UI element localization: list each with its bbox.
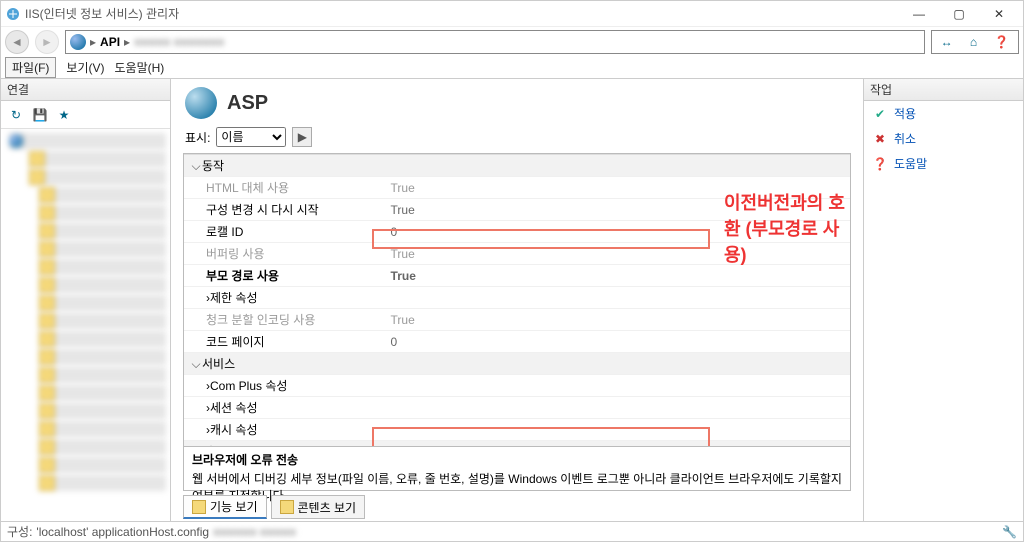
tree-node[interactable] bbox=[39, 259, 166, 275]
app-window: IIS(인터넷 정보 서비스) 관리자 — ▢ ✕ ◄ ► ▸ API ▸ ■■… bbox=[0, 0, 1024, 542]
row-parent-paths: 부모 경로 사용True bbox=[184, 265, 850, 287]
row-codepage: 코드 페이지0 bbox=[184, 331, 850, 353]
minimize-button[interactable]: — bbox=[899, 2, 939, 26]
feature-title: ASP bbox=[227, 92, 268, 115]
cancel-icon: ✖ bbox=[872, 131, 888, 147]
refresh-icon[interactable]: ↻ bbox=[7, 106, 25, 124]
tree-node[interactable] bbox=[9, 133, 166, 149]
feature-header: ASP bbox=[171, 79, 863, 125]
row-locale-id: 로캘 ID0 bbox=[184, 221, 850, 243]
tree-node[interactable] bbox=[39, 277, 166, 293]
apply-icon: ✔ bbox=[872, 106, 888, 122]
tree-node[interactable] bbox=[39, 403, 166, 419]
connection-tree[interactable] bbox=[1, 129, 170, 521]
globe-icon bbox=[70, 34, 86, 50]
action-help[interactable]: ❓도움말 bbox=[864, 151, 1023, 176]
display-label: 표시: bbox=[185, 129, 210, 146]
home-icon[interactable]: ⌂ bbox=[970, 35, 977, 49]
display-filter: 표시: 이름 ▶ bbox=[171, 125, 863, 153]
property-grid-container: ⌵동작 HTML 대체 사용True 구성 변경 시 다시 시작True 로캘 … bbox=[183, 153, 851, 447]
row-restart-on-config: 구성 변경 시 다시 시작True bbox=[184, 199, 850, 221]
group-behavior: ⌵동작 bbox=[184, 155, 850, 177]
tab-icon bbox=[280, 500, 294, 514]
feature-pane: ASP 표시: 이름 ▶ ⌵동작 HTML 대체 사용True 구성 변경 시 … bbox=[171, 79, 863, 521]
action-cancel[interactable]: ✖취소 bbox=[864, 126, 1023, 151]
maximize-button[interactable]: ▢ bbox=[939, 2, 979, 26]
actions-header: 작업 bbox=[864, 79, 1023, 101]
crumb-arrow-icon: ▸ bbox=[90, 35, 96, 49]
row-buffering: 버퍼링 사용True bbox=[184, 243, 850, 265]
save-icon[interactable]: 💾 bbox=[31, 106, 49, 124]
property-grid[interactable]: ⌵동작 HTML 대체 사용True 구성 변경 시 다시 시작True 로캘 … bbox=[184, 154, 850, 447]
tree-node[interactable] bbox=[39, 349, 166, 365]
status-label: 구성: bbox=[7, 523, 32, 540]
help-icon: ❓ bbox=[872, 156, 888, 172]
help-icon[interactable]: ❓ bbox=[994, 35, 1009, 49]
tree-node[interactable] bbox=[39, 187, 166, 203]
tree-node[interactable] bbox=[39, 385, 166, 401]
back-button[interactable]: ◄ bbox=[5, 30, 29, 54]
tree-node[interactable] bbox=[39, 223, 166, 239]
tree-node[interactable] bbox=[39, 439, 166, 455]
breadcrumb-api[interactable]: API bbox=[100, 35, 120, 49]
tree-node[interactable] bbox=[29, 169, 166, 185]
toolbar-right: ↔ ⌂ ❓ bbox=[931, 30, 1019, 54]
status-path: 'localhost' applicationHost.config bbox=[36, 525, 209, 539]
breadcrumb-box[interactable]: ▸ API ▸ ■■■■■ ■■■■■■■ bbox=[65, 30, 925, 54]
crumb-arrow-icon: ▸ bbox=[124, 35, 130, 49]
tree-node[interactable] bbox=[39, 475, 166, 491]
body: 연결 ↻ 💾 ★ bbox=[1, 79, 1023, 521]
close-button[interactable]: ✕ bbox=[979, 2, 1019, 26]
tree-node[interactable] bbox=[39, 367, 166, 383]
tree-node[interactable] bbox=[39, 313, 166, 329]
group-compile: ⌵컴파일 bbox=[184, 441, 850, 448]
connections-pane: 연결 ↻ 💾 ★ bbox=[1, 79, 171, 521]
actions-pane: 작업 ✔적용 ✖취소 ❓도움말 bbox=[863, 79, 1023, 521]
breadcrumb-blurred: ■■■■■ ■■■■■■■ bbox=[134, 35, 224, 49]
window-title: IIS(인터넷 정보 서비스) 관리자 bbox=[25, 5, 899, 22]
tab-icon bbox=[192, 500, 206, 514]
connections-header: 연결 bbox=[1, 79, 170, 101]
row-html-substitute: HTML 대체 사용True bbox=[184, 177, 850, 199]
menu-bar: 파일(F) 보기(V) 도움말(H) bbox=[1, 57, 1023, 79]
tree-node[interactable] bbox=[39, 205, 166, 221]
titlebar: IIS(인터넷 정보 서비스) 관리자 — ▢ ✕ bbox=[1, 1, 1023, 27]
description-title: 브라우저에 오류 전송 bbox=[192, 451, 842, 468]
go-button[interactable]: ▶ bbox=[292, 127, 312, 147]
action-apply[interactable]: ✔적용 bbox=[864, 101, 1023, 126]
status-blurred: ■■■■■■ ■■■■■ bbox=[213, 525, 296, 539]
menu-file[interactable]: 파일(F) bbox=[5, 57, 56, 78]
tab-feature-view[interactable]: 기능 보기 bbox=[183, 495, 267, 519]
row-limits: ›제한 속성 bbox=[184, 287, 850, 309]
menu-view[interactable]: 보기(V) bbox=[66, 59, 104, 76]
menu-help[interactable]: 도움말(H) bbox=[114, 59, 164, 76]
address-bar: ◄ ► ▸ API ▸ ■■■■■ ■■■■■■■ ↔ ⌂ ❓ bbox=[1, 27, 1023, 57]
row-complus: ›Com Plus 속성 bbox=[184, 375, 850, 397]
tree-node[interactable] bbox=[39, 421, 166, 437]
forward-button[interactable]: ► bbox=[35, 30, 59, 54]
status-bar: 구성: 'localhost' applicationHost.config ■… bbox=[1, 521, 1023, 541]
asp-icon bbox=[185, 87, 217, 119]
tree-node[interactable] bbox=[39, 457, 166, 473]
tree-node[interactable] bbox=[29, 151, 166, 167]
group-services: ⌵서비스 bbox=[184, 353, 850, 375]
app-icon bbox=[5, 6, 21, 22]
tab-content-view[interactable]: 콘텐츠 보기 bbox=[271, 495, 366, 519]
status-icon: 🔧 bbox=[1002, 525, 1017, 539]
row-session: ›세션 속성 bbox=[184, 397, 850, 419]
description-box: 브라우저에 오류 전송 웹 서버에서 디버깅 세부 정보(파일 이름, 오류, … bbox=[183, 447, 851, 491]
refresh-icon[interactable]: ↔ bbox=[941, 35, 953, 49]
row-cache: ›캐시 속성 bbox=[184, 419, 850, 441]
tree-node[interactable] bbox=[39, 295, 166, 311]
row-chunked-encoding: 청크 분할 인코딩 사용True bbox=[184, 309, 850, 331]
connections-toolbar: ↻ 💾 ★ bbox=[1, 101, 170, 129]
favorite-icon[interactable]: ★ bbox=[55, 106, 73, 124]
tree-node[interactable] bbox=[39, 241, 166, 257]
tree-node[interactable] bbox=[39, 331, 166, 347]
view-tabs: 기능 보기 콘텐츠 보기 bbox=[171, 491, 863, 521]
display-select[interactable]: 이름 bbox=[216, 127, 286, 147]
